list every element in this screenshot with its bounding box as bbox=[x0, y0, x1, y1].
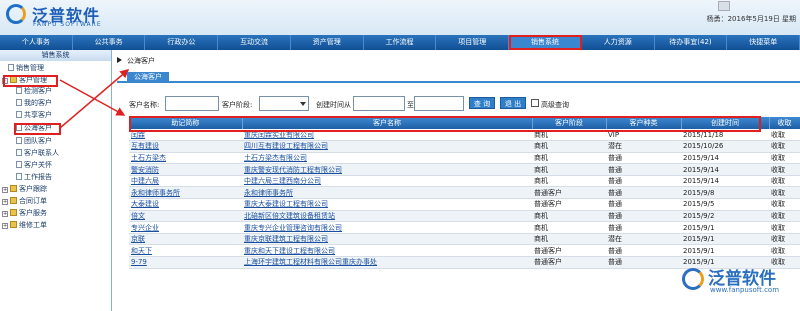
table-cell: 商机 bbox=[532, 233, 606, 246]
created-to-input[interactable] bbox=[414, 96, 464, 111]
table-row[interactable]: 京联 重庆京联建筑工程有限公司 商机 潜在 2015/9/1 收取 bbox=[129, 233, 800, 246]
cell-link[interactable]: 北碚新区倍文建筑设备租赁站 bbox=[242, 210, 532, 223]
cell-link[interactable]: 土石方梁杰 bbox=[129, 152, 242, 165]
column-header[interactable]: 收取 bbox=[769, 117, 800, 129]
table-cell: 2015/9/14 bbox=[681, 163, 769, 176]
watermark-url: www.fanpusoft.com bbox=[710, 286, 780, 294]
table-row[interactable]: 和天下 重庆和天下建设工程有限公司 普通客户 普通 2015/9/1 收取 bbox=[129, 244, 800, 258]
table-cell: 普通客户 bbox=[532, 186, 606, 200]
cell-link[interactable]: 土石方梁杰有限公司 bbox=[242, 152, 532, 165]
table-cell: 商机 bbox=[532, 163, 606, 176]
table-row[interactable]: 中建六局 中建六局三建西南分公司 商机 普通 2015/9/14 收取 bbox=[129, 175, 800, 188]
table-cell: 2015/9/14 bbox=[681, 175, 769, 188]
arrow-right-icon bbox=[117, 57, 122, 63]
table-cell: 普通 bbox=[606, 175, 681, 188]
cell-link[interactable]: 重庆京联建筑工程有限公司 bbox=[242, 233, 532, 246]
table-cell: 商机 bbox=[532, 152, 606, 165]
header-highlight-box bbox=[129, 116, 761, 132]
cell-link[interactable]: 重庆专兴企业管理咨询有限公司 bbox=[242, 221, 532, 234]
created-from-label: 创建时间从 bbox=[316, 101, 351, 109]
customer-table: 助记简称 客户名称 客户阶段 客户种类 创建时间 收取 闰霖 重庆闰霖实业有限公司 商机 VIP… bbox=[129, 117, 800, 269]
cell-link[interactable]: 重庆大泰建设工程有限公司 bbox=[242, 198, 532, 211]
table-cell: 普通 bbox=[606, 152, 681, 165]
table-cell: 2015/10/26 bbox=[681, 140, 769, 153]
table-row[interactable]: 互有建设 四川互有建设工程有限公司 商机 潜在 2015/10/26 收取 bbox=[129, 140, 800, 153]
table-cell: 普通客户 bbox=[532, 244, 606, 258]
customer-name-input[interactable] bbox=[165, 96, 219, 111]
cell-link[interactable]: 永和律师事务所 bbox=[242, 186, 532, 200]
table-cell: 2015/9/5 bbox=[681, 198, 769, 211]
cell-link[interactable]: 永和律师事务所 bbox=[129, 186, 242, 200]
table-cell: 2015/9/1 bbox=[681, 221, 769, 234]
cell-link[interactable]: 重庆和天下建设工程有限公司 bbox=[242, 244, 532, 258]
claim-link[interactable]: 收取 bbox=[769, 140, 800, 153]
customer-name-label: 客户名称: bbox=[129, 101, 160, 109]
table-cell: 2015/9/1 bbox=[681, 233, 769, 246]
table-row[interactable]: 永和律师事务所 永和律师事务所 普通客户 普通 2015/9/8 收取 bbox=[129, 186, 800, 200]
table-cell: 普通 bbox=[606, 244, 681, 258]
table-cell: 商机 bbox=[532, 175, 606, 188]
table-cell: 普通客户 bbox=[532, 256, 606, 269]
to-label: 至 bbox=[407, 101, 414, 109]
advanced-checkbox[interactable] bbox=[531, 99, 539, 107]
query-button[interactable]: 查 询 bbox=[469, 97, 495, 109]
exit-button[interactable]: 退 出 bbox=[500, 97, 526, 109]
table-cell: 普通 bbox=[606, 186, 681, 200]
created-from-input[interactable] bbox=[353, 96, 405, 111]
search-bar: 客户名称: 客户阶段: 创建时间从 至 查 询 退 出 高级查询 bbox=[129, 96, 799, 112]
advanced-label: 高级查询 bbox=[541, 101, 569, 109]
cell-link[interactable]: 大泰建设 bbox=[129, 198, 242, 211]
tab-bar: 公海客户 bbox=[117, 72, 800, 83]
watermark: 泛普软件 www.fanpusoft.com bbox=[680, 262, 800, 308]
table-cell: 普通 bbox=[606, 198, 681, 211]
cell-link[interactable]: 中建六局 bbox=[129, 175, 242, 188]
table-row[interactable]: 警安消防 重庆警安现代消防工程有限公司 商机 普通 2015/9/14 收取 bbox=[129, 163, 800, 176]
table-row[interactable]: 倍文 北碚新区倍文建筑设备租赁站 商机 普通 2015/9/2 收取 bbox=[129, 210, 800, 223]
table-cell: 商机 bbox=[532, 210, 606, 223]
table-cell: 潜在 bbox=[606, 140, 681, 153]
claim-link[interactable]: 收取 bbox=[769, 244, 800, 258]
table-cell: 商机 bbox=[532, 140, 606, 153]
table-row[interactable]: 专兴企业 重庆专兴企业管理咨询有限公司 商机 普通 2015/9/1 收取 bbox=[129, 221, 800, 234]
watermark-logo-icon bbox=[682, 268, 704, 290]
table-cell: 2015/9/14 bbox=[681, 152, 769, 165]
breadcrumb: 公海客户 bbox=[117, 56, 155, 66]
table-cell: 潜在 bbox=[606, 233, 681, 246]
cell-link[interactable]: 上海环宇建筑工程材料有限公司重庆办事处 bbox=[242, 256, 532, 269]
cell-link[interactable]: 四川互有建设工程有限公司 bbox=[242, 140, 532, 153]
claim-link[interactable]: 收取 bbox=[769, 163, 800, 176]
table-cell: 普通 bbox=[606, 256, 681, 269]
claim-link[interactable]: 收取 bbox=[769, 198, 800, 211]
cell-link[interactable]: 中建六局三建西南分公司 bbox=[242, 175, 532, 188]
cell-link[interactable]: 专兴企业 bbox=[129, 221, 242, 234]
claim-link[interactable]: 收取 bbox=[769, 175, 800, 188]
cell-link[interactable]: 和天下 bbox=[129, 244, 242, 258]
table-cell: 商机 bbox=[532, 221, 606, 234]
claim-link[interactable]: 收取 bbox=[769, 210, 800, 223]
table-cell: 普通客户 bbox=[532, 198, 606, 211]
claim-link[interactable]: 收取 bbox=[769, 186, 800, 200]
cell-link[interactable]: 京联 bbox=[129, 233, 242, 246]
cell-link[interactable]: 警安消防 bbox=[129, 163, 242, 176]
table-cell: 2015/9/8 bbox=[681, 186, 769, 200]
table-cell: 普通 bbox=[606, 163, 681, 176]
table-row[interactable]: 土石方梁杰 土石方梁杰有限公司 商机 普通 2015/9/14 收取 bbox=[129, 152, 800, 165]
claim-link[interactable]: 收取 bbox=[769, 233, 800, 246]
claim-link[interactable]: 收取 bbox=[769, 129, 800, 142]
tab-public-pool[interactable]: 公海客户 bbox=[127, 72, 169, 83]
chevron-down-icon bbox=[300, 102, 306, 106]
stage-select[interactable] bbox=[259, 96, 309, 111]
table-cell: 2015/9/1 bbox=[681, 244, 769, 258]
cell-link[interactable]: 倍文 bbox=[129, 210, 242, 223]
table-cell: 普通 bbox=[606, 210, 681, 223]
table-cell: 普通 bbox=[606, 221, 681, 234]
claim-link[interactable]: 收取 bbox=[769, 221, 800, 234]
table-cell: 2015/9/2 bbox=[681, 210, 769, 223]
stage-label: 客户阶段: bbox=[222, 101, 253, 109]
table-row[interactable]: 大泰建设 重庆大泰建设工程有限公司 普通客户 普通 2015/9/5 收取 bbox=[129, 198, 800, 211]
cell-link[interactable]: 9-79 bbox=[129, 256, 242, 269]
claim-link[interactable]: 收取 bbox=[769, 152, 800, 165]
cell-link[interactable]: 互有建设 bbox=[129, 140, 242, 153]
cell-link[interactable]: 重庆警安现代消防工程有限公司 bbox=[242, 163, 532, 176]
